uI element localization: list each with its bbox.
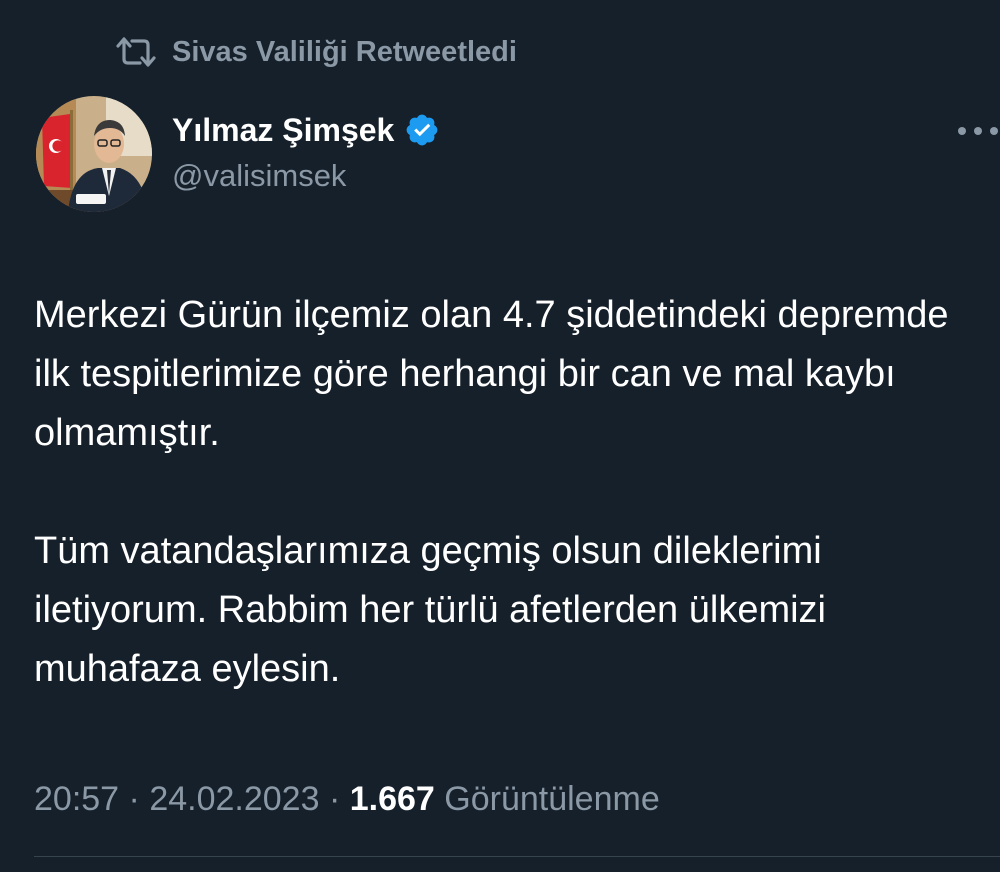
meta-separator: ·: [128, 780, 140, 818]
verified-badge-icon: [404, 112, 440, 148]
retweet-icon: [114, 35, 158, 69]
retweet-indicator[interactable]: Sivas Valiliği Retweetledi: [114, 32, 517, 72]
meta-separator: ·: [328, 780, 341, 818]
tweet-paragraph: Merkezi Gürün ilçemiz olan 4.7 şiddetind…: [34, 294, 949, 454]
avatar[interactable]: [36, 96, 152, 212]
tweet-time[interactable]: 20:57: [34, 780, 119, 818]
views-label: Görüntülenme: [444, 780, 660, 818]
tweet-meta: 20:57 · 24.02.2023 · 1.667 Görüntülenme: [34, 780, 660, 819]
retweet-label: Sivas Valiliği Retweetledi: [172, 35, 517, 68]
divider: [34, 856, 1000, 857]
tweet-paragraph: Tüm vatandaşlarımıza geçmiş olsun dilekl…: [34, 530, 826, 690]
tweet-date[interactable]: 24.02.2023: [149, 780, 319, 818]
author-display-name[interactable]: Yılmaz Şimşek: [172, 112, 394, 149]
more-dots-icon[interactable]: [956, 116, 1000, 146]
author-handle[interactable]: @valisimsek: [172, 158, 346, 194]
views-count[interactable]: 1.667: [350, 780, 435, 818]
author-name-row[interactable]: Yılmaz Şimşek: [172, 108, 440, 152]
tweet-text: Merkezi Gürün ilçemiz olan 4.7 şiddetind…: [34, 286, 984, 699]
